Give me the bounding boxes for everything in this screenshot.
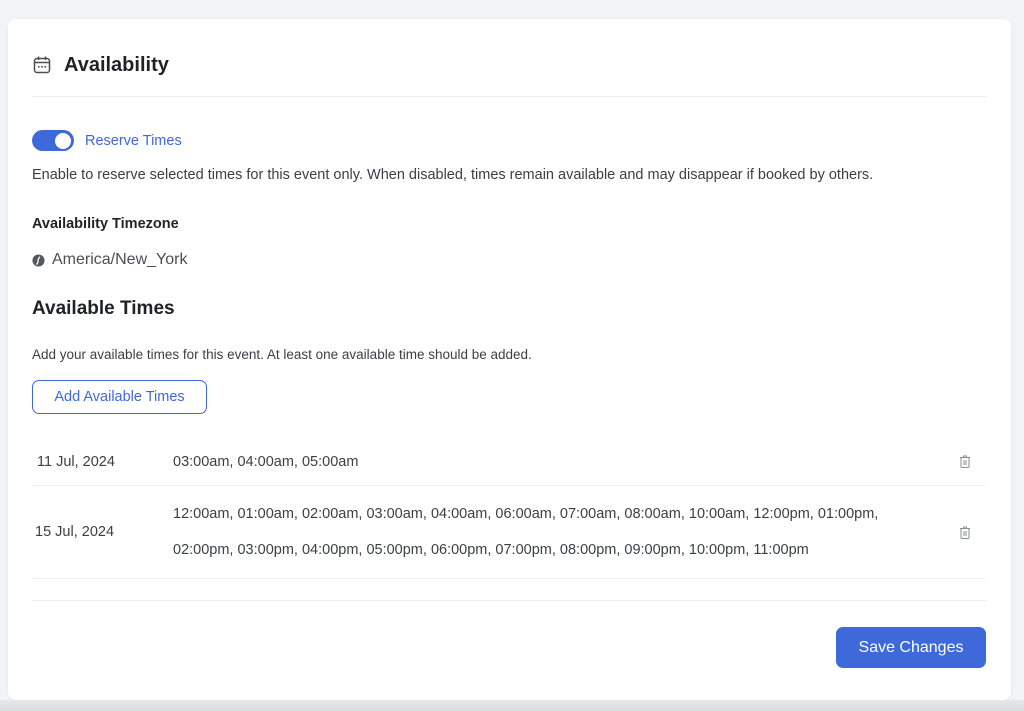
table-row: 15 Jul, 2024 12:00am, 01:00am, 02:00am, … [33, 486, 985, 579]
row-date: 15 Jul, 2024 [35, 524, 115, 540]
row-times: 03:00am, 04:00am, 05:00am [173, 444, 945, 480]
page-bottom-shade [0, 700, 1024, 711]
row-date: 11 Jul, 2024 [37, 453, 115, 470]
availability-card: Availability Reserve Times Enable to res… [8, 19, 1011, 700]
available-times-title: Available Times [32, 298, 175, 319]
times-line: 02:00pm, 03:00pm, 04:00pm, 05:00pm, 06:0… [173, 542, 809, 558]
delete-row-button[interactable] [945, 455, 985, 468]
page-title: Availability [64, 54, 169, 76]
toggle-knob [55, 132, 71, 149]
timezone-value: America/New_York [32, 251, 187, 269]
delete-row-button[interactable] [945, 526, 985, 539]
reserve-times-row: Reserve Times [32, 130, 182, 151]
calendar-icon [33, 56, 51, 74]
reserve-times-description: Enable to reserve selected times for thi… [32, 167, 874, 183]
times-line: 12:00am, 01:00am, 02:00am, 03:00am, 04:0… [173, 506, 879, 522]
available-times-table: 11 Jul, 2024 03:00am, 04:00am, 05:00am 1… [33, 438, 985, 579]
reserve-times-label[interactable]: Reserve Times [85, 133, 182, 149]
globe-icon [32, 253, 45, 267]
add-available-times-button[interactable]: Add Available Times [32, 380, 207, 414]
times-line: 03:00am, 04:00am, 05:00am [173, 453, 359, 470]
footer-divider [32, 600, 987, 601]
table-row: 11 Jul, 2024 03:00am, 04:00am, 05:00am [33, 438, 985, 486]
row-times: 12:00am, 01:00am, 02:00am, 03:00am, 04:0… [173, 496, 945, 568]
timezone-text: America/New_York [52, 251, 188, 268]
trash-icon [960, 455, 970, 468]
save-changes-button[interactable]: Save Changes [836, 627, 986, 668]
available-times-description: Add your available times for this event.… [32, 347, 532, 362]
card-header: Availability [32, 53, 987, 97]
timezone-label: Availability Timezone [32, 216, 179, 232]
trash-icon [960, 526, 970, 539]
reserve-times-toggle[interactable] [32, 130, 74, 151]
